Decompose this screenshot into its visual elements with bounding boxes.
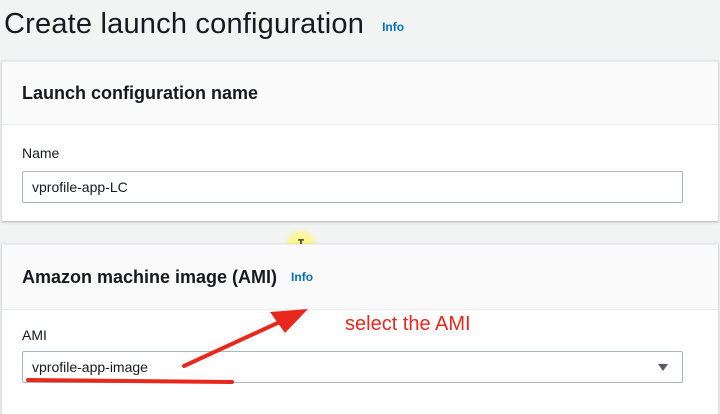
annotation-text: select the AMI	[345, 313, 471, 335]
annotation-overlay	[26, 309, 308, 384]
annotation-arrow-head	[270, 309, 308, 333]
annotation-underline	[26, 378, 234, 384]
annotation-arrow-shaft	[182, 318, 286, 368]
